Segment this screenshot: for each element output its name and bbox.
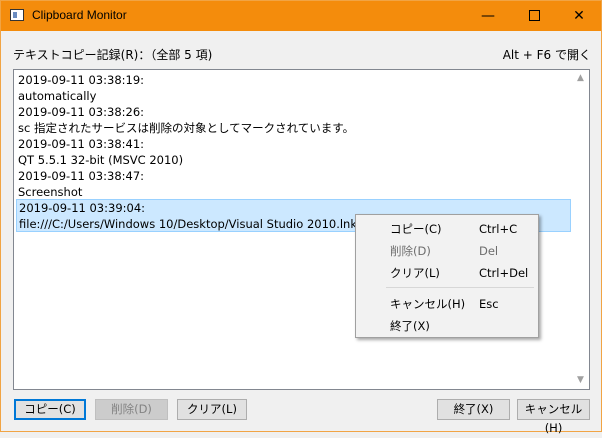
- maximize-button[interactable]: [511, 1, 557, 31]
- window-title: Clipboard Monitor: [32, 8, 127, 22]
- menu-item-shortcut: Del: [479, 244, 499, 258]
- menu-item-label: キャンセル(H): [390, 297, 466, 311]
- menu-item-cancel[interactable]: キャンセル(H) Esc: [358, 293, 536, 315]
- list-item-timestamp[interactable]: 2019-09-11 03:38:19:: [16, 72, 571, 88]
- list-item-timestamp[interactable]: 2019-09-11 03:38:41:: [16, 136, 571, 152]
- maximize-icon: [528, 9, 540, 21]
- menu-item-shortcut: Esc: [479, 297, 499, 311]
- exit-button[interactable]: 終了(X): [437, 399, 510, 420]
- menu-separator: [386, 287, 534, 288]
- context-menu: コピー(C) Ctrl+C 削除(D) Del クリア(L) Ctrl+Del …: [355, 214, 539, 338]
- close-button[interactable]: ✕: [556, 1, 602, 31]
- history-label: テキストコピー記録(R)：（全部 5 項): [13, 48, 213, 62]
- scroll-up-icon[interactable]: ▲: [572, 70, 589, 87]
- cancel-button[interactable]: キャンセル(H): [517, 399, 590, 435]
- menu-item-clear[interactable]: クリア(L) Ctrl+Del: [358, 262, 536, 284]
- vertical-scrollbar[interactable]: ▲ ▼: [572, 70, 589, 389]
- list-item-text[interactable]: Screenshot: [16, 184, 571, 200]
- list-item-timestamp[interactable]: 2019-09-11 03:38:47:: [16, 168, 571, 184]
- app-window: Clipboard Monitor — ✕ テキストコピー記録(R)：（全部 5…: [0, 0, 602, 435]
- menu-item-label: クリア(L): [390, 266, 440, 280]
- app-window-icon: [10, 9, 24, 21]
- title-bar[interactable]: Clipboard Monitor — ✕: [1, 1, 601, 31]
- hotkey-hint: Alt + F6 で開く: [502, 48, 591, 62]
- menu-item-label: コピー(C): [390, 222, 442, 236]
- menu-item-label: 終了(X): [390, 319, 430, 333]
- list-item-text[interactable]: QT 5.5.1 32-bit (MSVC 2010): [16, 152, 571, 168]
- clear-button[interactable]: クリア(L): [177, 399, 247, 420]
- minimize-button[interactable]: —: [465, 1, 511, 31]
- menu-item-shortcut: Ctrl+Del: [479, 266, 529, 280]
- list-item-text[interactable]: sc 指定されたサービスは削除の対象としてマークされています。: [16, 120, 571, 136]
- scroll-down-icon[interactable]: ▼: [572, 372, 589, 389]
- menu-item-delete[interactable]: 削除(D) Del: [358, 240, 536, 262]
- list-item-timestamp[interactable]: 2019-09-11 03:38:26:: [16, 104, 571, 120]
- menu-item-shortcut: Ctrl+C: [479, 222, 518, 236]
- menu-item-exit[interactable]: 終了(X): [358, 315, 536, 337]
- menu-item-copy[interactable]: コピー(C) Ctrl+C: [358, 218, 536, 240]
- copy-button[interactable]: コピー(C): [14, 399, 86, 420]
- delete-button[interactable]: 削除(D): [95, 399, 168, 420]
- list-item-text[interactable]: automatically: [16, 88, 571, 104]
- menu-item-label: 削除(D): [390, 244, 431, 258]
